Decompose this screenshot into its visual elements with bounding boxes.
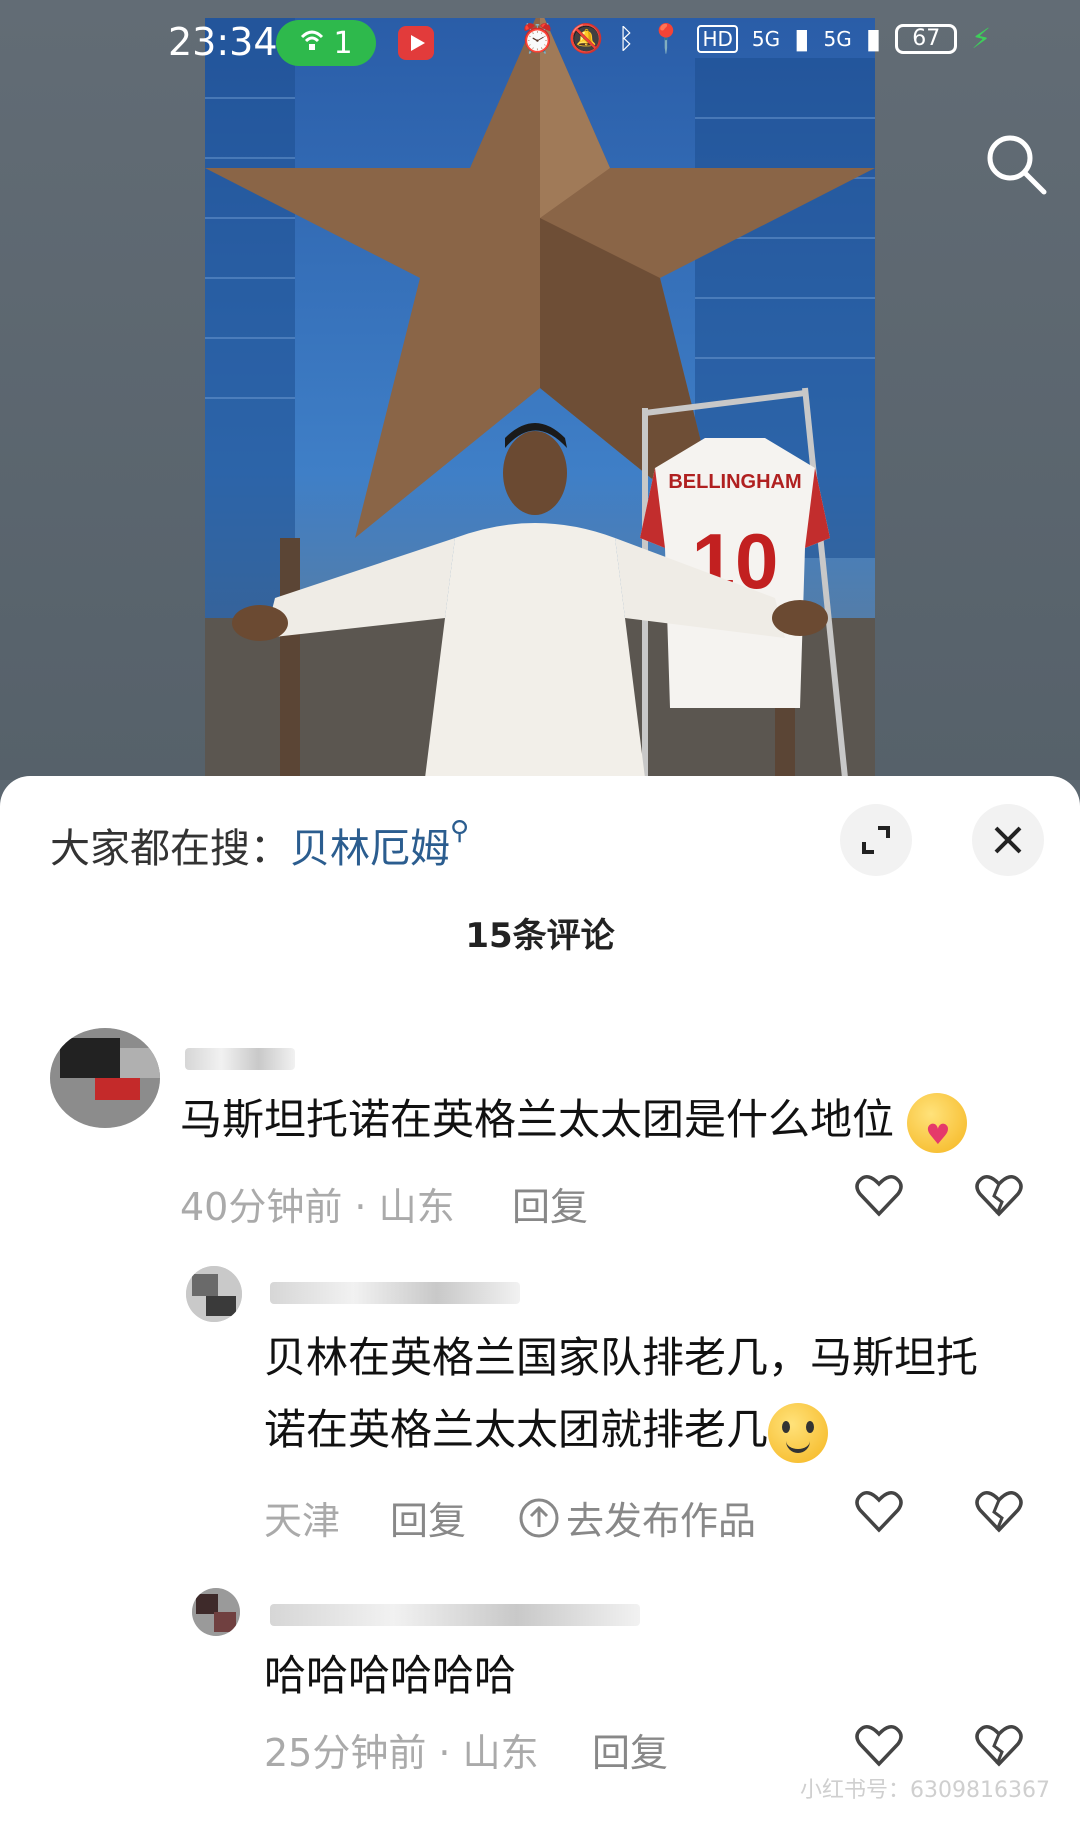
expand-icon: [862, 826, 890, 854]
comment-time-location: 25分钟前 · 山东: [264, 1731, 539, 1775]
dislike-heart-icon[interactable]: [974, 1488, 1024, 1534]
jersey-name: BELLINGHAM: [668, 471, 801, 493]
username-obscured[interactable]: [270, 1604, 640, 1626]
username-obscured[interactable]: [185, 1048, 295, 1070]
avatar[interactable]: [186, 1266, 242, 1322]
hd-icon: HD: [697, 24, 738, 53]
heart-icon[interactable]: [854, 1722, 904, 1768]
keyword-search-icon: ⚲: [450, 816, 470, 846]
hotspot-icon: [299, 26, 325, 61]
hotspot-count: 1: [333, 25, 353, 61]
battery-indicator: 67: [895, 23, 958, 54]
close-icon: [994, 826, 1022, 854]
search-button[interactable]: [980, 128, 1052, 200]
video-app-icon: [398, 26, 434, 60]
search-icon: [987, 135, 1047, 195]
hot-search-bar[interactable]: 大家都在搜：贝林厄姆⚲: [50, 816, 469, 874]
username-obscured[interactable]: [270, 1282, 520, 1304]
bluetooth-icon: ᛒ: [617, 22, 635, 55]
location-icon: 📍: [648, 22, 684, 55]
comments-sheet: 大家都在搜：贝林厄姆⚲ 15条评论: [0, 776, 1080, 1824]
signal-bars-icon: ▮: [865, 22, 882, 55]
heart-eyes-emoji-icon: ♥: [907, 1092, 968, 1153]
charging-icon: ⚡: [971, 22, 991, 55]
expand-button[interactable]: [840, 804, 912, 876]
avatar[interactable]: [50, 1028, 160, 1128]
signal-5g-b: 5G: [823, 26, 852, 51]
signal-5g-a: 5G: [751, 26, 781, 51]
dislike-heart-icon[interactable]: [974, 1172, 1024, 1218]
close-button[interactable]: [972, 804, 1044, 876]
heart-icon[interactable]: [854, 1172, 904, 1218]
status-bar: 23:34 1 ⏰ 🔕 ᛒ 📍 HD 5G ▮ 5G ▮ 67 ⚡: [0, 0, 1080, 90]
hotspot-pill: 1: [276, 20, 376, 66]
comment-text: 哈哈哈哈哈哈: [264, 1651, 517, 1700]
watermark: 小红书号：6309816367: [800, 1778, 1050, 1803]
reply-button[interactable]: 回复: [512, 1176, 588, 1231]
publish-work-button[interactable]: 去发布作品: [518, 1490, 756, 1545]
post-photo[interactable]: BELLINGHAM 10: [205, 18, 875, 778]
hot-search-label: 大家都在搜：: [50, 826, 290, 872]
comment-text: 贝林在英格兰国家队排老几，马斯坦托 诺在英格兰太太团就排老几: [264, 1322, 1054, 1466]
system-icons: ⏰ 🔕 ᛒ 📍 HD 5G ▮ 5G ▮ 67 ⚡: [520, 22, 991, 55]
alarm-icon: ⏰: [520, 22, 555, 55]
status-time: 23:34: [168, 20, 278, 64]
comment-count: 15条评论: [465, 916, 615, 956]
heart-icon[interactable]: [854, 1488, 904, 1534]
reply-button[interactable]: 回复: [592, 1722, 668, 1777]
hot-search-keyword[interactable]: 贝林厄姆: [290, 826, 450, 872]
comment-time-location: 40分钟前 · 山东: [180, 1185, 455, 1229]
reply-button[interactable]: 回复: [390, 1490, 466, 1545]
comment-location: 天津: [264, 1499, 341, 1543]
smile-emoji-icon: [768, 1402, 829, 1463]
upload-icon: [519, 1498, 559, 1537]
dislike-heart-icon[interactable]: [974, 1722, 1024, 1768]
signal-bars-icon: ▮: [794, 22, 810, 55]
avatar[interactable]: [192, 1588, 240, 1636]
comment-text: 马斯坦托诺在英格兰太太团是什么地位 ♥: [180, 1084, 1040, 1156]
mute-icon: 🔕: [568, 22, 604, 55]
